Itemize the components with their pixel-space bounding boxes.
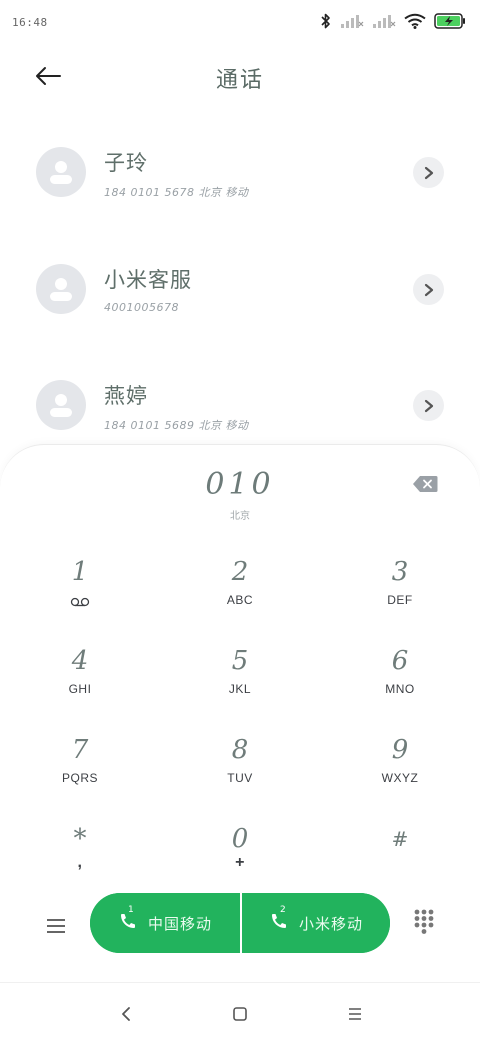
- menu-icon: [47, 919, 65, 933]
- status-icons: [320, 12, 466, 30]
- call-sim2-button[interactable]: 2 小米移动: [240, 893, 390, 953]
- nav-recents-button[interactable]: [337, 999, 373, 1029]
- person-icon: [50, 161, 72, 184]
- dial-key-4[interactable]: 4 GHI: [15, 636, 145, 708]
- battery-charging-icon: [434, 13, 465, 29]
- call-sim1-button[interactable]: 1 中国移动: [90, 893, 240, 953]
- backspace-icon: [413, 476, 438, 492]
- dial-key-star[interactable]: * ,: [15, 814, 145, 886]
- contact-detail-button[interactable]: [413, 274, 444, 305]
- dial-key-2[interactable]: 2 ABC: [175, 547, 305, 619]
- page-title: 通话: [215, 68, 264, 93]
- key-digit: 4: [71, 646, 89, 676]
- avatar: [36, 147, 86, 197]
- key-letters: GHI: [68, 682, 92, 696]
- contact-name: 小米客服: [104, 268, 192, 292]
- contact-detail-button[interactable]: [413, 157, 444, 188]
- keypad-icon: [414, 909, 434, 934]
- signal-icon: [373, 15, 396, 28]
- key-letters: ABC: [226, 593, 254, 607]
- contact-detail-button[interactable]: [413, 390, 444, 421]
- keypad-toggle-button[interactable]: [410, 907, 438, 937]
- dial-key-6[interactable]: 6 MNO: [335, 636, 465, 708]
- status-bar: 16:48: [0, 0, 480, 44]
- phone-sim-icon: [271, 914, 286, 928]
- avatar: [36, 380, 86, 430]
- nav-home-button[interactable]: [222, 999, 258, 1029]
- chevron-right-icon: [424, 283, 433, 296]
- backspace-button[interactable]: [410, 473, 440, 495]
- contact-number: 4001005678: [104, 301, 179, 314]
- key-digit: 7: [71, 735, 89, 765]
- key-letters: DEF: [387, 593, 413, 607]
- key-letters: JKL: [228, 682, 252, 696]
- key-letters: +: [235, 854, 245, 871]
- key-letters: WXYZ: [381, 771, 419, 785]
- chevron-right-icon: [424, 166, 433, 179]
- bluetooth-icon: [321, 13, 330, 29]
- key-digit: 8: [231, 735, 249, 765]
- contact-row[interactable]: 子玲 184 0101 5678 北京 移动: [0, 127, 480, 217]
- key-letters: PQRS: [61, 771, 98, 785]
- key-letters: MNO: [385, 682, 415, 696]
- dialpad-sheet: 010 北京 1 2 ABC 3 DEF 4 GHI 5 JKL 6 MNO 7…: [0, 444, 480, 1040]
- dial-key-0[interactable]: 0 +: [175, 814, 305, 886]
- status-time: 16:48: [12, 16, 48, 29]
- nav-back-icon: [122, 1007, 130, 1021]
- dial-key-3[interactable]: 3 DEF: [335, 547, 465, 619]
- call-button-group: 1 中国移动 2 小米移动: [90, 893, 390, 953]
- key-digit: 5: [231, 646, 249, 676]
- key-letters: TUV: [227, 771, 253, 785]
- nav-recents-icon: [349, 1008, 361, 1020]
- call-carrier-label: 中国移动: [147, 914, 212, 933]
- dial-key-8[interactable]: 8 TUV: [175, 725, 305, 797]
- menu-button[interactable]: [40, 911, 72, 941]
- contact-number-location: 184 0101 5678 北京 移动: [104, 186, 249, 199]
- avatar: [36, 264, 86, 314]
- dial-key-7[interactable]: 7 PQRS: [15, 725, 145, 797]
- person-icon: [50, 278, 72, 301]
- dial-key-5[interactable]: 5 JKL: [175, 636, 305, 708]
- key-digit: 1: [71, 557, 89, 587]
- contact-row[interactable]: 燕婷 184 0101 5689 北京 移动: [0, 360, 480, 450]
- header: 通话: [0, 52, 480, 98]
- contact-name: 子玲: [104, 151, 148, 175]
- key-letters: ,: [77, 854, 83, 871]
- dialed-number: 010: [205, 467, 275, 502]
- wifi-icon: [404, 13, 426, 29]
- nav-back-button[interactable]: [108, 999, 144, 1029]
- key-digit: *: [73, 824, 87, 854]
- key-digit: 0: [231, 824, 249, 854]
- contact-row[interactable]: 小米客服 4001005678: [0, 244, 480, 334]
- number-location: 北京: [230, 511, 250, 522]
- contact-number-location: 184 0101 5689 北京 移动: [104, 419, 249, 432]
- dial-key-9[interactable]: 9 WXYZ: [335, 725, 465, 797]
- dial-key-1[interactable]: 1: [15, 547, 145, 619]
- voicemail-icon: [70, 597, 90, 607]
- signal-icon: [341, 15, 364, 28]
- contact-name: 燕婷: [104, 384, 148, 408]
- dial-key-hash[interactable]: #: [335, 814, 465, 886]
- sim-number: 2: [280, 905, 286, 915]
- chevron-right-icon: [424, 399, 433, 412]
- key-digit: 6: [391, 646, 409, 676]
- key-digit: #: [391, 827, 409, 851]
- key-digit: 2: [231, 557, 249, 587]
- sim-number: 1: [128, 905, 134, 915]
- person-icon: [50, 394, 72, 417]
- nav-home-icon: [233, 1007, 247, 1021]
- key-digit: 9: [391, 735, 409, 765]
- call-carrier-label: 小米移动: [298, 914, 363, 933]
- phone-sim-icon: [120, 914, 135, 928]
- key-digit: 3: [391, 557, 409, 587]
- system-nav-bar: [0, 982, 480, 1040]
